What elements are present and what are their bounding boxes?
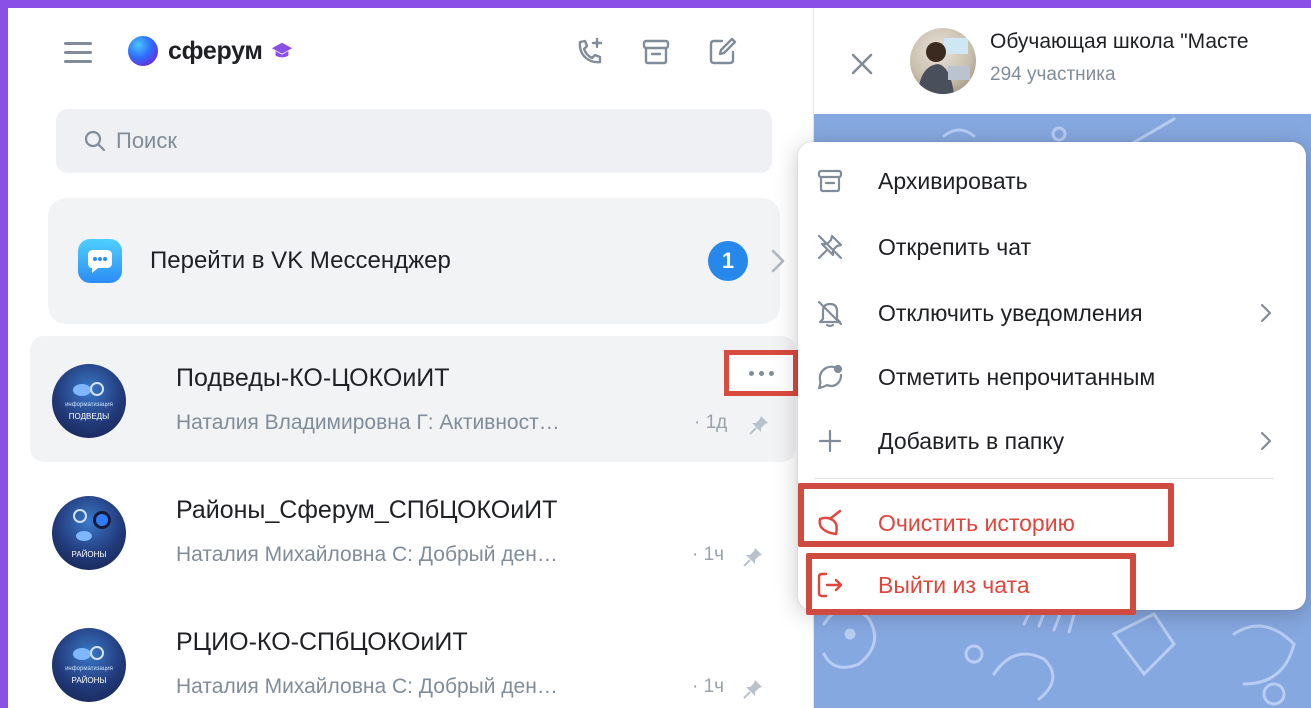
plus-icon: [818, 429, 842, 453]
vk-messenger-label: Перейти в VK Мессенджер: [150, 247, 451, 274]
call-add-icon[interactable]: [570, 32, 610, 72]
menu-icon[interactable]: [64, 40, 94, 64]
group-avatar[interactable]: [910, 28, 976, 94]
menu-item-archive[interactable]: Архивировать: [798, 150, 1306, 212]
highlight-box-leave-chat: [806, 553, 1136, 615]
unpin-icon: [817, 234, 843, 260]
vk-messenger-banner[interactable]: Перейти в VK Мессенджер 1: [48, 198, 785, 324]
chat-list-panel: сферум Поиск Перейти в VK Мессенджер 1 и…: [8, 8, 813, 708]
conversation-title: Обучающая школа "Масте: [990, 30, 1249, 53]
chevron-right-icon: [1260, 303, 1272, 323]
chat-list-item[interactable]: информатизация РАЙОНЫ РЦИО-КО-СПбЦОКОиИТ…: [30, 600, 796, 708]
menu-item-label: Отметить непрочитанным: [878, 363, 1156, 390]
chat-list-item[interactable]: РАЙОНЫ Районы_Сферум_СПбЦОКОиИТ Наталия …: [30, 468, 796, 594]
chat-time: · 1ч: [692, 544, 725, 565]
graduation-cap-icon: [271, 42, 292, 58]
menu-separator: [814, 478, 1274, 479]
menu-item-label: Отключить уведомления: [878, 299, 1143, 326]
vk-messenger-icon: [78, 239, 122, 283]
unread-count-badge: 1: [708, 241, 748, 281]
archive-icon[interactable]: [636, 32, 676, 72]
archive-icon: [817, 169, 843, 193]
compose-icon[interactable]: [702, 32, 742, 72]
pin-icon: [749, 416, 768, 435]
chat-title: Районы_Сферум_СПбЦОКОиИТ: [176, 496, 558, 524]
more-dots-icon: [748, 370, 774, 376]
chevron-right-icon: [1260, 431, 1272, 451]
pin-icon: [743, 548, 762, 567]
chat-avatar: информатизация ПОДВЕДЫ: [52, 364, 126, 438]
chat-title: Подведы-КО-ЦОКОиИТ: [176, 364, 450, 392]
chevron-right-icon: [771, 249, 785, 273]
chat-list-item[interactable]: информатизация ПОДВЕДЫ Подведы-КО-ЦОКОиИ…: [30, 336, 798, 462]
brand-name: сферум: [168, 36, 263, 65]
chat-preview: Наталия Михайловна С: Добрый ден…: [176, 675, 558, 698]
members-count: 294 участника: [990, 64, 1116, 85]
conversation-header: Обучающая школа "Масте 294 участника: [814, 8, 1311, 114]
chat-title: РЦИО-КО-СПбЦОКОиИТ: [176, 628, 468, 656]
chat-preview: Наталия Михайловна С: Добрый ден…: [176, 543, 558, 566]
unread-icon: [817, 364, 843, 390]
search-icon: [84, 130, 106, 152]
chat-avatar: РАЙОНЫ: [52, 496, 126, 570]
sferum-logo-icon: [128, 36, 158, 66]
highlight-box-clear-history: [798, 483, 1174, 547]
menu-item-mute[interactable]: Отключить уведомления: [798, 282, 1306, 344]
search-bar[interactable]: [56, 109, 772, 173]
brand-logo[interactable]: сферум: [128, 36, 293, 66]
chat-time: · 1ч: [692, 676, 725, 697]
menu-item-label: Добавить в папку: [878, 427, 1065, 454]
bell-off-icon: [817, 300, 843, 328]
close-icon[interactable]: [848, 50, 876, 78]
menu-item-unpin[interactable]: Открепить чат: [798, 216, 1306, 278]
menu-item-label: Архивировать: [878, 167, 1028, 194]
menu-item-mark-unread[interactable]: Отметить непрочитанным: [798, 346, 1306, 408]
menu-item-label: Открепить чат: [878, 233, 1032, 260]
menu-item-add-to-folder[interactable]: Добавить в папку: [798, 410, 1306, 472]
chat-avatar: информатизация РАЙОНЫ: [52, 628, 126, 702]
top-bar: сферум: [8, 8, 813, 104]
pin-icon: [743, 680, 762, 699]
search-input[interactable]: [116, 128, 716, 154]
chat-time: · 1д: [694, 412, 728, 433]
chat-preview: Наталия Владимировна Г: Активност…: [176, 411, 560, 434]
more-options-button[interactable]: [724, 350, 798, 396]
app-window: сферум Поиск Перейти в VK Мессенджер 1 и…: [8, 8, 1311, 708]
